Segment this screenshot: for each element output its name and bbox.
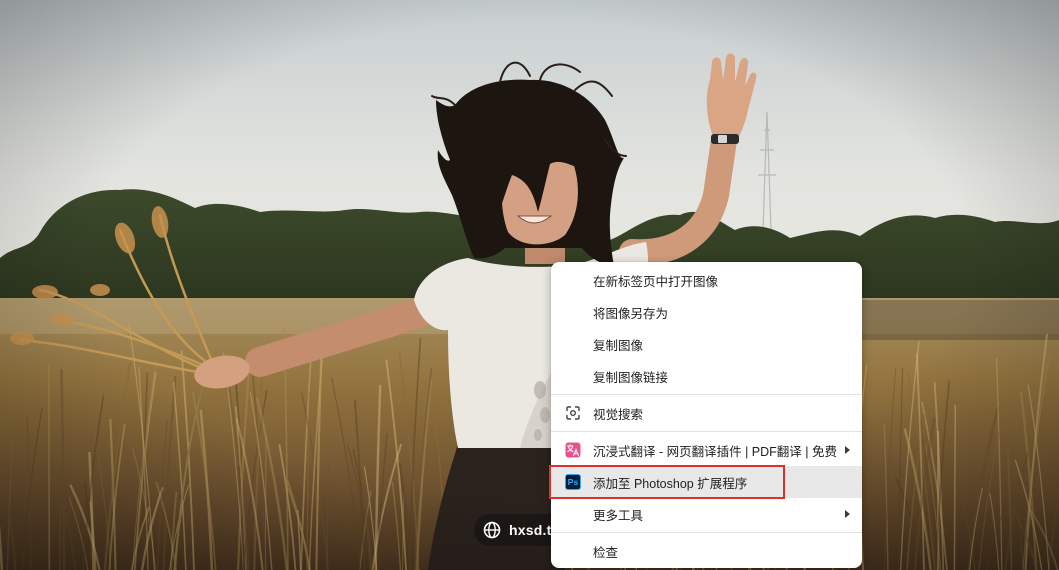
menu-item-label: 检查 [593, 545, 619, 560]
menu-item-label: 复制图像链接 [593, 370, 669, 385]
menu-item-open-image-in-new-tab[interactable]: 在新标签页中打开图像 [551, 264, 862, 296]
photoshop-icon: Ps [565, 474, 581, 490]
background-photo[interactable] [0, 0, 1059, 570]
submenu-arrow-icon [845, 510, 850, 518]
lens-icon [565, 405, 581, 421]
menu-item-label: 视觉搜索 [593, 407, 644, 422]
menu-item-label: 将图像另存为 [593, 306, 669, 321]
menu-item-more-tools[interactable]: 更多工具 [551, 498, 862, 530]
menu-item-inspect[interactable]: 检查 [551, 535, 862, 567]
globe-icon [483, 521, 501, 539]
menu-item-immersive-translate[interactable]: 沉浸式翻译 - 网页翻译插件 | PDF翻译 | 免费 [551, 434, 862, 466]
menu-item-save-image-as[interactable]: 将图像另存为 [551, 296, 862, 328]
menu-item-label: 沉浸式翻译 - 网页翻译插件 | PDF翻译 | 免费 [593, 444, 837, 459]
menu-item-label: 复制图像 [593, 338, 644, 353]
menu-item-copy-image[interactable]: 复制图像 [551, 328, 862, 360]
vignette [0, 0, 1059, 570]
menu-item-visual-search[interactable]: 视觉搜索 [551, 397, 862, 429]
menu-item-label: 更多工具 [593, 508, 644, 523]
immersive-translate-icon [565, 442, 581, 458]
context-menu: 在新标签页中打开图像 将图像另存为 复制图像 复制图像链接 视觉搜索 沉浸式翻译… [551, 262, 862, 568]
menu-item-label: 添加至 Photoshop 扩展程序 [593, 476, 748, 491]
menu-item-label: 在新标签页中打开图像 [593, 274, 719, 289]
menu-item-copy-image-link[interactable]: 复制图像链接 [551, 360, 862, 392]
menu-item-add-to-photoshop-extension[interactable]: Ps 添加至 Photoshop 扩展程序 [551, 466, 862, 498]
submenu-arrow-icon [845, 446, 850, 454]
